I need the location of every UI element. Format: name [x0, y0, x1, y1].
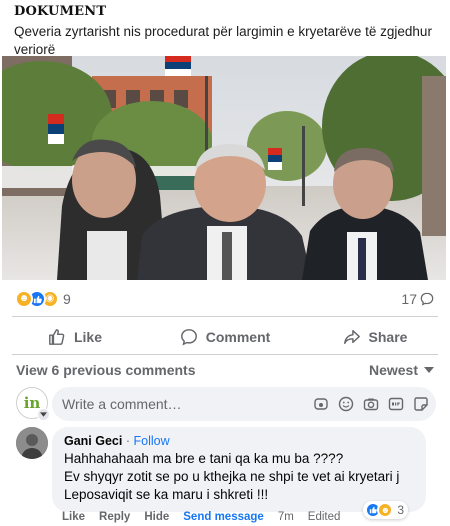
comment-count-value: 17	[401, 291, 417, 307]
gif-icon[interactable]	[387, 395, 405, 413]
link-preview-subtitle: Qeveria zyrtarisht nis procedurat për la…	[14, 24, 432, 57]
comment-sort-dropdown[interactable]: Newest	[369, 362, 434, 378]
comment-sort-label: Newest	[368, 362, 418, 378]
page-avatar[interactable]: in	[16, 387, 50, 421]
comment-reaction-count: 3	[397, 503, 404, 517]
divider-bottom	[12, 354, 438, 355]
comments-bar: View 6 previous comments Newest	[16, 358, 434, 382]
comment-text-line: Hahhahahaah ma bre e tani qa ka mu ba ??…	[64, 451, 344, 466]
comment-composer: in	[16, 387, 436, 421]
photo-illustration	[2, 56, 446, 280]
chevron-down-icon[interactable]	[37, 408, 50, 421]
like-button[interactable]: Like	[0, 320, 150, 354]
comment-outline-icon	[180, 329, 197, 346]
composer-tools	[312, 395, 430, 413]
commenter-name[interactable]: Gani Geci	[64, 434, 122, 448]
comment-input-box[interactable]	[52, 387, 436, 421]
reactions-summary[interactable]: ☻ ◉ 9	[15, 290, 71, 308]
comment-actions: Like Reply Hide Send message 7m Edited	[62, 511, 340, 523]
comment-edited-label: Edited	[307, 511, 341, 523]
comment-bubble-icon	[420, 292, 434, 306]
comment-header: Gani Geci · Follow	[64, 433, 414, 450]
sticker-icon[interactable]	[412, 395, 430, 413]
comment-text-line: Leposaviqit se ka maru i shkreti !!!	[64, 487, 269, 502]
share-button-label: Share	[368, 329, 408, 345]
send-message-link[interactable]: Send message	[183, 511, 264, 523]
comment-button[interactable]: Comment	[150, 320, 300, 354]
share-arrow-icon	[343, 329, 360, 345]
facebook-post: DOKUMENT Qeveria zyrtarisht nis procedur…	[0, 0, 450, 526]
like-thumb-outline-icon	[49, 329, 65, 345]
comment-reactions[interactable]: ☻ 3	[363, 501, 408, 519]
link-preview-header[interactable]: DOKUMENT Qeveria zyrtarisht nis procedur…	[0, 0, 450, 57]
comment-count[interactable]: 17	[401, 291, 434, 307]
comment-timestamp[interactable]: 7m	[278, 511, 294, 523]
comment-like-link[interactable]: Like	[62, 511, 85, 523]
share-button[interactable]: Share	[300, 320, 450, 354]
follow-link[interactable]: Follow	[134, 434, 170, 448]
comment-button-label: Comment	[205, 329, 271, 345]
avatar-sticker-icon[interactable]	[312, 395, 330, 413]
commenter-avatar[interactable]	[16, 427, 48, 459]
divider-top	[12, 316, 438, 317]
link-preview-title: DOKUMENT	[14, 4, 107, 19]
comment-reply-link[interactable]: Reply	[99, 511, 130, 523]
comment-input[interactable]	[62, 396, 292, 412]
caret-down-icon	[424, 367, 434, 373]
laugh-emoji-icon: ☻	[15, 290, 33, 308]
post-actions: Like Comment Share	[0, 320, 450, 354]
emoji-icon[interactable]	[337, 395, 355, 413]
comment-header-dot: ·	[125, 434, 131, 448]
comment-hide-link[interactable]: Hide	[144, 511, 169, 523]
camera-icon[interactable]	[362, 395, 380, 413]
reaction-count: 9	[63, 291, 71, 307]
comment-bubble: Gani Geci · Follow Hahhahahaah ma bre e …	[52, 427, 426, 512]
link-preview-photo[interactable]	[2, 56, 446, 280]
view-previous-comments-link[interactable]: View 6 previous comments	[16, 362, 195, 378]
like-button-label: Like	[73, 329, 102, 345]
comment-text-line: Ev shyqyr zotit se po u kthejka ne shpi …	[64, 469, 400, 484]
laugh-emoji-icon: ☻	[377, 502, 394, 518]
post-stats: ☻ ◉ 9 17	[0, 282, 450, 314]
